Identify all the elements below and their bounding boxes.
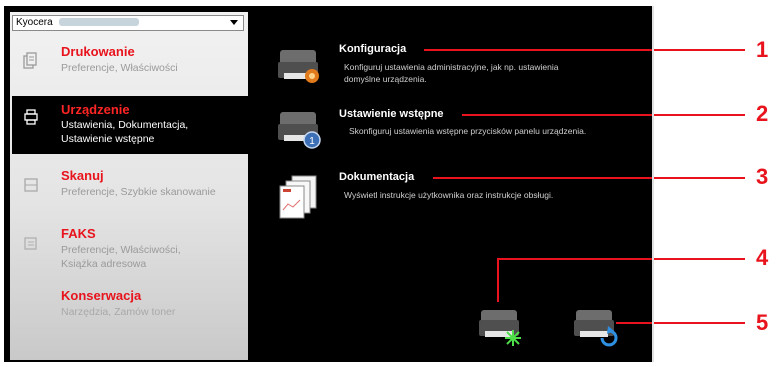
window-edge [652, 6, 654, 362]
sidebar-item-label: Konserwacja [61, 288, 142, 303]
callout-line-3 [433, 177, 745, 179]
callout-number-4: 4 [756, 245, 769, 270]
callout-number-1: 1 [756, 37, 769, 62]
printer-info-icon: 1 [278, 112, 321, 149]
sidebar-item-sub: Ustawienia, Dokumentacja, Ustawienie wst… [61, 119, 189, 145]
sidebar-item-maintenance[interactable]: Konserwacja Narzędzia, Zamów toner [12, 288, 248, 322]
printer-gear-icon [278, 50, 319, 83]
callout-line-4-vertical [497, 258, 499, 302]
function-title: Ustawienie wstępne [339, 108, 444, 120]
function-desc: Wyświetl instrukcje użytkownika oraz ins… [344, 190, 554, 200]
sidebar-item-device[interactable]: Urządzenie Ustawienia, Dokumentacja, Ust… [12, 96, 248, 154]
printer-status-button[interactable] [477, 306, 525, 348]
sidebar-item-sub: Preferencje, Szybkie skanowanie [61, 186, 216, 198]
sidebar-item-label: Drukowanie [61, 44, 135, 59]
svg-text:1: 1 [309, 136, 315, 147]
callout-number-3: 3 [756, 164, 769, 189]
callout-line-4 [497, 258, 745, 260]
scan-icon [24, 178, 38, 192]
callout-number-5: 5 [756, 310, 769, 335]
sidebar-item-label: FAKS [61, 226, 96, 241]
device-icon [24, 109, 38, 125]
chevron-down-icon[interactable] [230, 20, 238, 25]
sidebar-item-label: Skanuj [61, 168, 104, 183]
sidebar-item-sub: Preferencje, Właściwości, Książka adreso… [61, 244, 181, 270]
function-title: Dokumentacja [339, 171, 415, 183]
sidebar-item-printing[interactable]: Drukowanie Preferencje, Właściwości [12, 44, 248, 88]
callout-line-5 [616, 322, 745, 324]
callout-line-2 [462, 114, 745, 116]
printer-select-value: Kyocera [16, 17, 53, 28]
printer-select[interactable]: Kyocera [12, 15, 244, 31]
function-desc: Konfiguruj ustawienia administracyjne, j… [344, 62, 559, 84]
sidebar-item-fax[interactable]: FAKS Preferencje, Właściwości, Książka a… [12, 226, 248, 272]
printer-model-redacted [59, 18, 140, 27]
printer-refresh-button[interactable] [572, 306, 620, 348]
fax-icon [24, 237, 37, 250]
printing-icon [23, 52, 37, 69]
sidebar-item-scan[interactable]: Skanuj Preferencje, Szybkie skanowanie [12, 168, 248, 208]
callout-line-1 [424, 49, 745, 51]
function-title: Konfiguracja [339, 43, 407, 55]
function-desc: Skonfiguruj ustawienia wstępne przyciskó… [349, 126, 587, 136]
callout-number-2: 2 [756, 101, 769, 126]
documents-icon [279, 175, 317, 219]
sidebar-item-sub: Narzędzia, Zamów toner [61, 306, 176, 318]
sidebar-item-label: Urządzenie [61, 102, 130, 117]
sidebar-item-sub: Preferencje, Właściwości [61, 62, 178, 74]
